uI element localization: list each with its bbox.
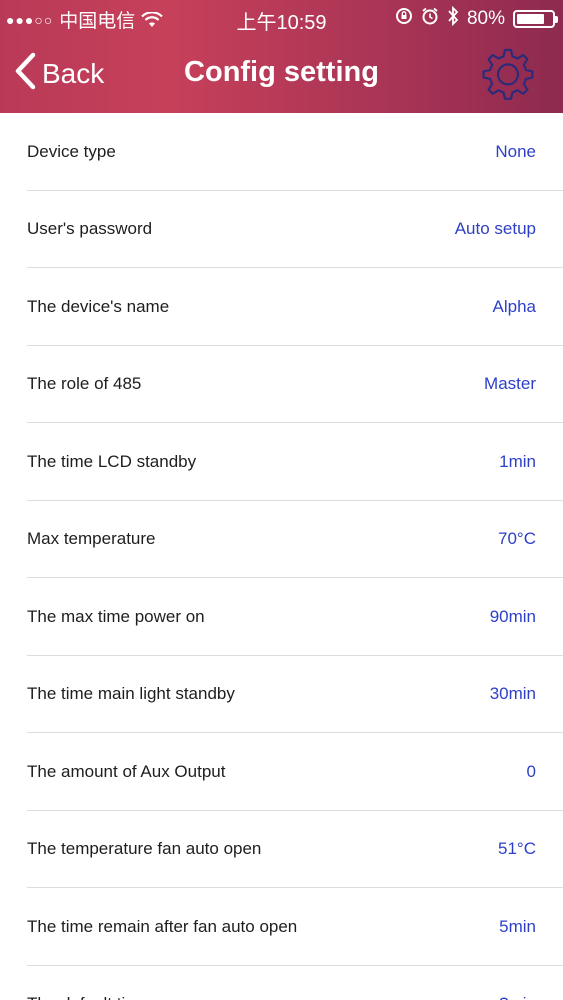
settings-row[interactable]: The role of 485 Master: [0, 346, 563, 424]
setting-label: The amount of Aux Output: [27, 761, 226, 781]
gear-icon: [481, 48, 535, 104]
settings-row[interactable]: The time LCD standby 1min: [0, 423, 563, 501]
setting-label: The time LCD standby: [27, 451, 197, 471]
setting-label: Device type: [27, 141, 116, 161]
rotation-lock-icon: [395, 7, 413, 31]
settings-row[interactable]: The time main light standby 30min: [0, 656, 563, 734]
settings-row[interactable]: The amount of Aux Output 0: [0, 733, 563, 811]
setting-label: Max temperature: [27, 529, 156, 549]
settings-row[interactable]: Max temperature 70°C: [0, 501, 563, 579]
setting-value: 1min: [499, 451, 536, 471]
setting-value: 90min: [489, 606, 536, 626]
page-title: Config setting: [184, 56, 379, 88]
battery-level-fill: [517, 14, 545, 24]
settings-row[interactable]: The time remain after fan auto open 5min: [0, 888, 563, 966]
status-right: 80%: [395, 5, 558, 32]
setting-value: 5min: [499, 916, 536, 936]
battery-percent: 80%: [466, 8, 505, 29]
alarm-icon: [421, 7, 439, 31]
bluetooth-icon: [447, 5, 459, 32]
setting-value: ?min: [499, 994, 536, 1000]
settings-row[interactable]: The default time ?min: [0, 966, 563, 1000]
setting-label: The time remain after fan auto open: [27, 916, 298, 936]
settings-row[interactable]: User's password Auto setup: [0, 191, 563, 269]
setting-label: The max time power on: [27, 606, 205, 626]
setting-label: The default time: [27, 994, 149, 1000]
battery-icon: [513, 10, 558, 28]
setting-value: 0: [526, 761, 536, 781]
setting-value: Alpha: [492, 296, 536, 316]
setting-value: Master: [484, 374, 536, 394]
setting-value: None: [495, 141, 536, 161]
setting-label: The time main light standby: [27, 684, 235, 704]
setting-value: Auto setup: [454, 219, 536, 239]
settings-row[interactable]: The temperature fan auto open 51°C: [0, 811, 563, 889]
settings-list: Device type None User's password Auto setup…: [0, 113, 563, 1000]
settings-row[interactable]: The max time power on 90min: [0, 578, 563, 656]
status-bar: ●●●○○ 中国电信 上午10:59 80%: [0, 0, 563, 36]
settings-button[interactable]: [481, 46, 535, 100]
setting-label: The temperature fan auto open: [27, 839, 262, 859]
setting-label: The role of 485: [27, 374, 142, 394]
settings-row[interactable]: Device type None: [0, 113, 563, 191]
setting-label: The device's name: [27, 296, 170, 316]
setting-value: 70°C: [498, 529, 536, 549]
setting-label: User's password: [27, 219, 153, 239]
setting-value: 51°C: [498, 839, 536, 859]
nav-header: ●●●○○ 中国电信 上午10:59 80% Back Config setti…: [0, 0, 563, 113]
setting-value: 30min: [489, 684, 536, 704]
settings-row[interactable]: The device's name Alpha: [0, 268, 563, 346]
